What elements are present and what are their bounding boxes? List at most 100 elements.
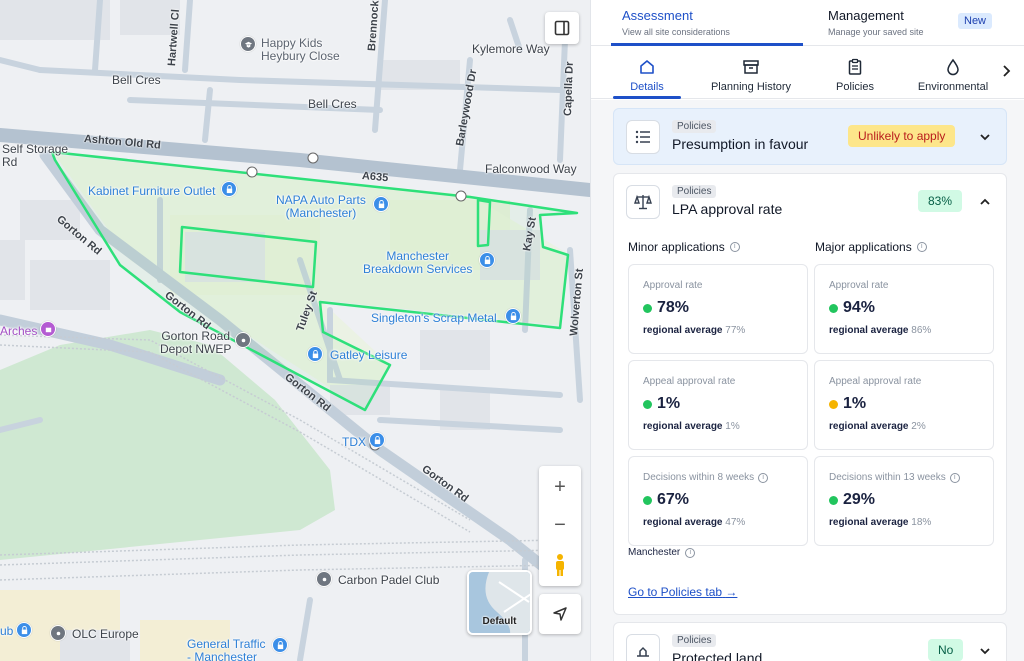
- land-icon: [626, 634, 660, 661]
- policies-tag: Policies: [672, 185, 717, 198]
- shop-icon[interactable]: [221, 181, 237, 197]
- policies-tag: Policies: [672, 120, 717, 133]
- tab-assessment[interactable]: Assessment View all site considerations: [622, 8, 730, 37]
- tab-assessment-title: Assessment: [622, 8, 693, 23]
- zoom-out-button[interactable]: −: [539, 506, 581, 544]
- map-label-gorton-depot: Gorton Road Depot NWEP: [160, 329, 232, 356]
- status-dot: [829, 495, 838, 505]
- chevron-down-icon[interactable]: [978, 644, 992, 658]
- place-icon[interactable]: [316, 571, 332, 587]
- stat-minor-decisions: Decisions within 8 weeks i 67% regional a…: [628, 456, 808, 546]
- info-icon[interactable]: i: [916, 242, 927, 252]
- stat-label: Approval rate: [643, 280, 703, 291]
- subtab-planning-history[interactable]: Planning History: [703, 57, 799, 93]
- school-icon[interactable]: [240, 36, 256, 52]
- pegman-icon: [556, 554, 564, 576]
- list-icon: [626, 120, 660, 154]
- map-label-rd-left: Rd: [2, 155, 18, 169]
- subtab-details[interactable]: Details: [613, 57, 681, 93]
- site-panel: Assessment View all site considerations …: [590, 0, 1024, 661]
- map-label-olc: OLC Europe: [72, 627, 139, 641]
- stat-value: 29%: [829, 491, 875, 509]
- regional-average: regional average 1%: [643, 421, 740, 432]
- archive-icon: [743, 60, 759, 74]
- map-label-carbon-padel: Carbon Padel Club: [338, 573, 440, 587]
- map-label-napa: NAPA Auto Parts (Manchester): [276, 193, 366, 220]
- status-dot: [643, 399, 652, 409]
- zoom-controls: + −: [539, 466, 581, 586]
- map-label-arches: Arches: [0, 324, 38, 338]
- presumption-card[interactable]: Policies Presumption in favour Unlikely …: [613, 108, 1007, 165]
- subtabs-scroll-right[interactable]: [1001, 64, 1011, 81]
- subtab-environmental-label: Environmental: [917, 81, 989, 93]
- map-label-kylemore: Kylemore Way: [472, 42, 550, 56]
- shop-icon[interactable]: [479, 252, 495, 268]
- card-title: LPA approval rate: [672, 201, 783, 217]
- stat-label: Approval rate: [829, 280, 889, 291]
- regional-average: regional average 47%: [643, 517, 746, 528]
- regional-average: regional average 77%: [643, 325, 746, 336]
- map-label-kabinet: Kabinet Furniture Outlet: [88, 184, 216, 198]
- active-tab-indicator: [611, 43, 803, 46]
- active-subtab-indicator: [613, 96, 681, 99]
- map-layer-toggle[interactable]: Default: [467, 570, 532, 635]
- status-dot: [829, 399, 838, 409]
- major-applications-heading: Major applications i: [815, 240, 927, 254]
- map-label-singletons: Singleton's Scrap Metal: [371, 311, 497, 325]
- subtab-policies[interactable]: Policies: [823, 57, 887, 93]
- shop-icon[interactable]: [307, 346, 323, 362]
- navigation-arrow-icon: [553, 607, 567, 621]
- shop-icon[interactable]: [369, 432, 385, 448]
- status-dot: [643, 495, 652, 505]
- place-icon[interactable]: [50, 625, 66, 641]
- place-icon[interactable]: [235, 332, 251, 348]
- tab-management[interactable]: Management Manage your saved site: [828, 8, 924, 37]
- new-badge: New: [958, 13, 993, 29]
- card-title: Protected land: [672, 650, 763, 661]
- clipboard-icon: [848, 58, 862, 75]
- go-to-policies-link[interactable]: Go to Policies tab →: [628, 585, 737, 599]
- my-location-button[interactable]: [539, 594, 581, 634]
- chevron-up-icon[interactable]: [978, 195, 992, 209]
- map-label-ub: ub: [0, 624, 14, 638]
- zoom-in-button[interactable]: +: [539, 468, 581, 506]
- region-label: Manchester i: [628, 547, 696, 558]
- attraction-icon[interactable]: [40, 321, 56, 337]
- street-view-pegman[interactable]: [539, 546, 581, 584]
- status-dot: [829, 303, 838, 313]
- chevron-down-icon[interactable]: [978, 130, 992, 144]
- details-scroll-area[interactable]: Policies Presumption in favour Unlikely …: [591, 100, 1024, 661]
- shop-icon[interactable]: [272, 637, 288, 653]
- home-icon: [640, 60, 654, 74]
- stat-major-approval: Approval rate 94% regional average 86%: [814, 264, 994, 354]
- shop-icon[interactable]: [373, 196, 389, 212]
- info-icon[interactable]: i: [758, 472, 769, 483]
- minor-applications-heading: Minor applications i: [628, 240, 740, 254]
- tab-management-subtitle: Manage your saved site: [828, 27, 924, 37]
- map-view[interactable]: Happy Kids Heybury Close Kylemore Way Be…: [0, 0, 590, 661]
- stat-label: Appeal approval rate: [829, 376, 922, 387]
- info-icon[interactable]: i: [949, 472, 960, 483]
- stat-major-decisions: Decisions within 13 weeks i 29% regional …: [814, 456, 994, 546]
- status-badge: 83%: [918, 190, 963, 212]
- policies-tag: Policies: [672, 634, 717, 647]
- shop-icon[interactable]: [16, 622, 32, 638]
- info-icon[interactable]: i: [729, 242, 740, 252]
- protected-land-card[interactable]: Policies Protected land No: [613, 622, 1007, 661]
- stat-minor-approval: Approval rate 78% regional average 77%: [628, 264, 808, 354]
- shop-icon[interactable]: [505, 308, 521, 324]
- status-badge: No: [928, 639, 964, 661]
- road-label-a635: A635: [361, 170, 389, 185]
- info-icon[interactable]: i: [685, 547, 696, 558]
- stat-value: 1%: [829, 395, 866, 413]
- toggle-panel-button[interactable]: [545, 12, 579, 44]
- sidebar-toggle-icon: [554, 20, 570, 36]
- subtab-policies-label: Policies: [836, 81, 874, 93]
- subtab-environmental[interactable]: Environmental: [911, 57, 995, 93]
- regional-average: regional average 18%: [829, 517, 932, 528]
- arrow-right-icon: →: [725, 585, 738, 599]
- road-label-capella: Capella Dr: [562, 61, 576, 117]
- status-dot: [643, 303, 652, 313]
- map-label-happy-kids: Happy Kids Heybury Close: [261, 36, 340, 63]
- card-title: Presumption in favour: [672, 136, 809, 152]
